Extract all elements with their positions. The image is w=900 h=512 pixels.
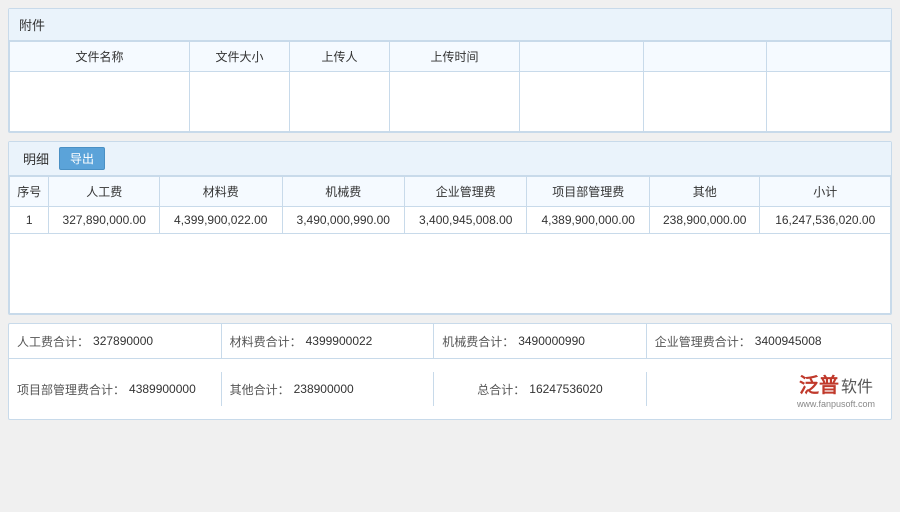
col-material: 材料费	[160, 177, 282, 207]
detail-header: 明细 导出	[9, 142, 891, 176]
summary-material-label: 材料费合计：	[230, 333, 302, 350]
detail-spacer-row	[10, 234, 891, 314]
logo-url: www.fanpusoft.com	[797, 399, 875, 409]
col-uploadtime: 上传时间	[390, 42, 520, 72]
attachment-title: 附件	[19, 15, 45, 34]
cell-material-1: 4,399,900,022.00	[160, 207, 282, 234]
logo-cell: 泛 普 软件 www.fanpusoft.com	[647, 359, 891, 419]
attachment-empty-e2	[643, 72, 767, 132]
cell-labor-1: 327,890,000.00	[49, 207, 160, 234]
col-filename: 文件名称	[10, 42, 190, 72]
summary-total-label: 总合计：	[477, 381, 525, 398]
summary-machine-cell: 机械费合计： 3490000990	[434, 324, 647, 358]
cell-enterprise-1: 3,400,945,008.00	[404, 207, 526, 234]
attachment-section: 附件 文件名称 文件大小 上传人 上传时间	[8, 8, 892, 133]
summary-labor-value: 327890000	[93, 334, 153, 348]
cell-other-1: 238,900,000.00	[649, 207, 760, 234]
attachment-empty-time	[390, 72, 520, 132]
col-machine: 机械费	[282, 177, 404, 207]
cell-machine-1: 3,490,000,990.00	[282, 207, 404, 234]
attachment-empty-e3	[767, 72, 891, 132]
detail-header-row: 序号 人工费 材料费 机械费 企业管理费 项目部管理费 其他 小计	[10, 177, 891, 207]
summary-material-cell: 材料费合计： 4399900022	[222, 324, 435, 358]
cell-project-mgmt-1: 4,389,900,000.00	[527, 207, 649, 234]
col-filesize: 文件大小	[190, 42, 290, 72]
detail-tab-label: 明细	[17, 146, 55, 171]
summary-enterprise-cell: 企业管理费合计： 3400945008	[647, 324, 891, 358]
attachment-empty-e1	[520, 72, 644, 132]
col-enterprise: 企业管理费	[404, 177, 526, 207]
summary-other-value: 238900000	[294, 382, 354, 396]
summary-enterprise-label: 企业管理费合计：	[655, 333, 751, 350]
col-uploader: 上传人	[290, 42, 390, 72]
summary-other-cell: 其他合计： 238900000	[222, 372, 435, 406]
summary-projmgmt-label: 项目部管理费合计：	[17, 381, 125, 398]
logo-char-fan: 泛	[799, 369, 819, 398]
summary-other-label: 其他合计：	[230, 381, 290, 398]
detail-section: 明细 导出 序号 人工费 材料费 机械费 企业管理费 项目部管理费 其他 小计 …	[8, 141, 892, 315]
attachment-header-row: 文件名称 文件大小 上传人 上传时间	[10, 42, 891, 72]
attachment-table: 文件名称 文件大小 上传人 上传时间	[9, 41, 891, 132]
col-extra1	[520, 42, 644, 72]
summary-section: 人工费合计： 327890000 材料费合计： 4399900022 机械费合计…	[8, 323, 892, 420]
summary-total-value: 16247536020	[529, 382, 602, 396]
summary-projmgmt-cell: 项目部管理费合计： 4389900000	[9, 372, 222, 406]
cell-subtotal-1: 16,247,536,020.00	[760, 207, 891, 234]
summary-row-2: 项目部管理费合计： 4389900000 其他合计： 238900000 总合计…	[9, 359, 891, 419]
col-extra3	[767, 42, 891, 72]
logo-main-text: 泛 普 软件	[799, 369, 873, 398]
export-button[interactable]: 导出	[59, 147, 105, 170]
detail-empty-space	[10, 234, 891, 314]
logo-char-software: 软件	[841, 373, 873, 397]
attachment-empty-row	[10, 72, 891, 132]
attachment-header: 附件	[9, 9, 891, 41]
company-logo: 泛 普 软件 www.fanpusoft.com	[789, 365, 883, 413]
col-project-mgmt: 项目部管理费	[527, 177, 649, 207]
attachment-empty-name	[10, 72, 190, 132]
summary-material-value: 4399900022	[306, 334, 373, 348]
col-labor: 人工费	[49, 177, 160, 207]
summary-labor-cell: 人工费合计： 327890000	[9, 324, 222, 358]
logo-char-pu: 普	[819, 369, 839, 398]
summary-machine-label: 机械费合计：	[442, 333, 514, 350]
summary-labor-label: 人工费合计：	[17, 333, 89, 350]
detail-table: 序号 人工费 材料费 机械费 企业管理费 项目部管理费 其他 小计 1 327,…	[9, 176, 891, 314]
summary-projmgmt-value: 4389900000	[129, 382, 196, 396]
summary-row-1: 人工费合计： 327890000 材料费合计： 4399900022 机械费合计…	[9, 324, 891, 359]
col-extra2	[643, 42, 767, 72]
attachment-empty-size	[190, 72, 290, 132]
attachment-empty-uploader	[290, 72, 390, 132]
summary-machine-value: 3490000990	[518, 334, 585, 348]
col-subtotal: 小计	[760, 177, 891, 207]
detail-row-1: 1 327,890,000.00 4,399,900,022.00 3,490,…	[10, 207, 891, 234]
summary-enterprise-value: 3400945008	[755, 334, 822, 348]
cell-seq-1: 1	[10, 207, 49, 234]
summary-total-cell: 总合计： 16247536020	[434, 372, 647, 406]
col-other: 其他	[649, 177, 760, 207]
col-seq: 序号	[10, 177, 49, 207]
